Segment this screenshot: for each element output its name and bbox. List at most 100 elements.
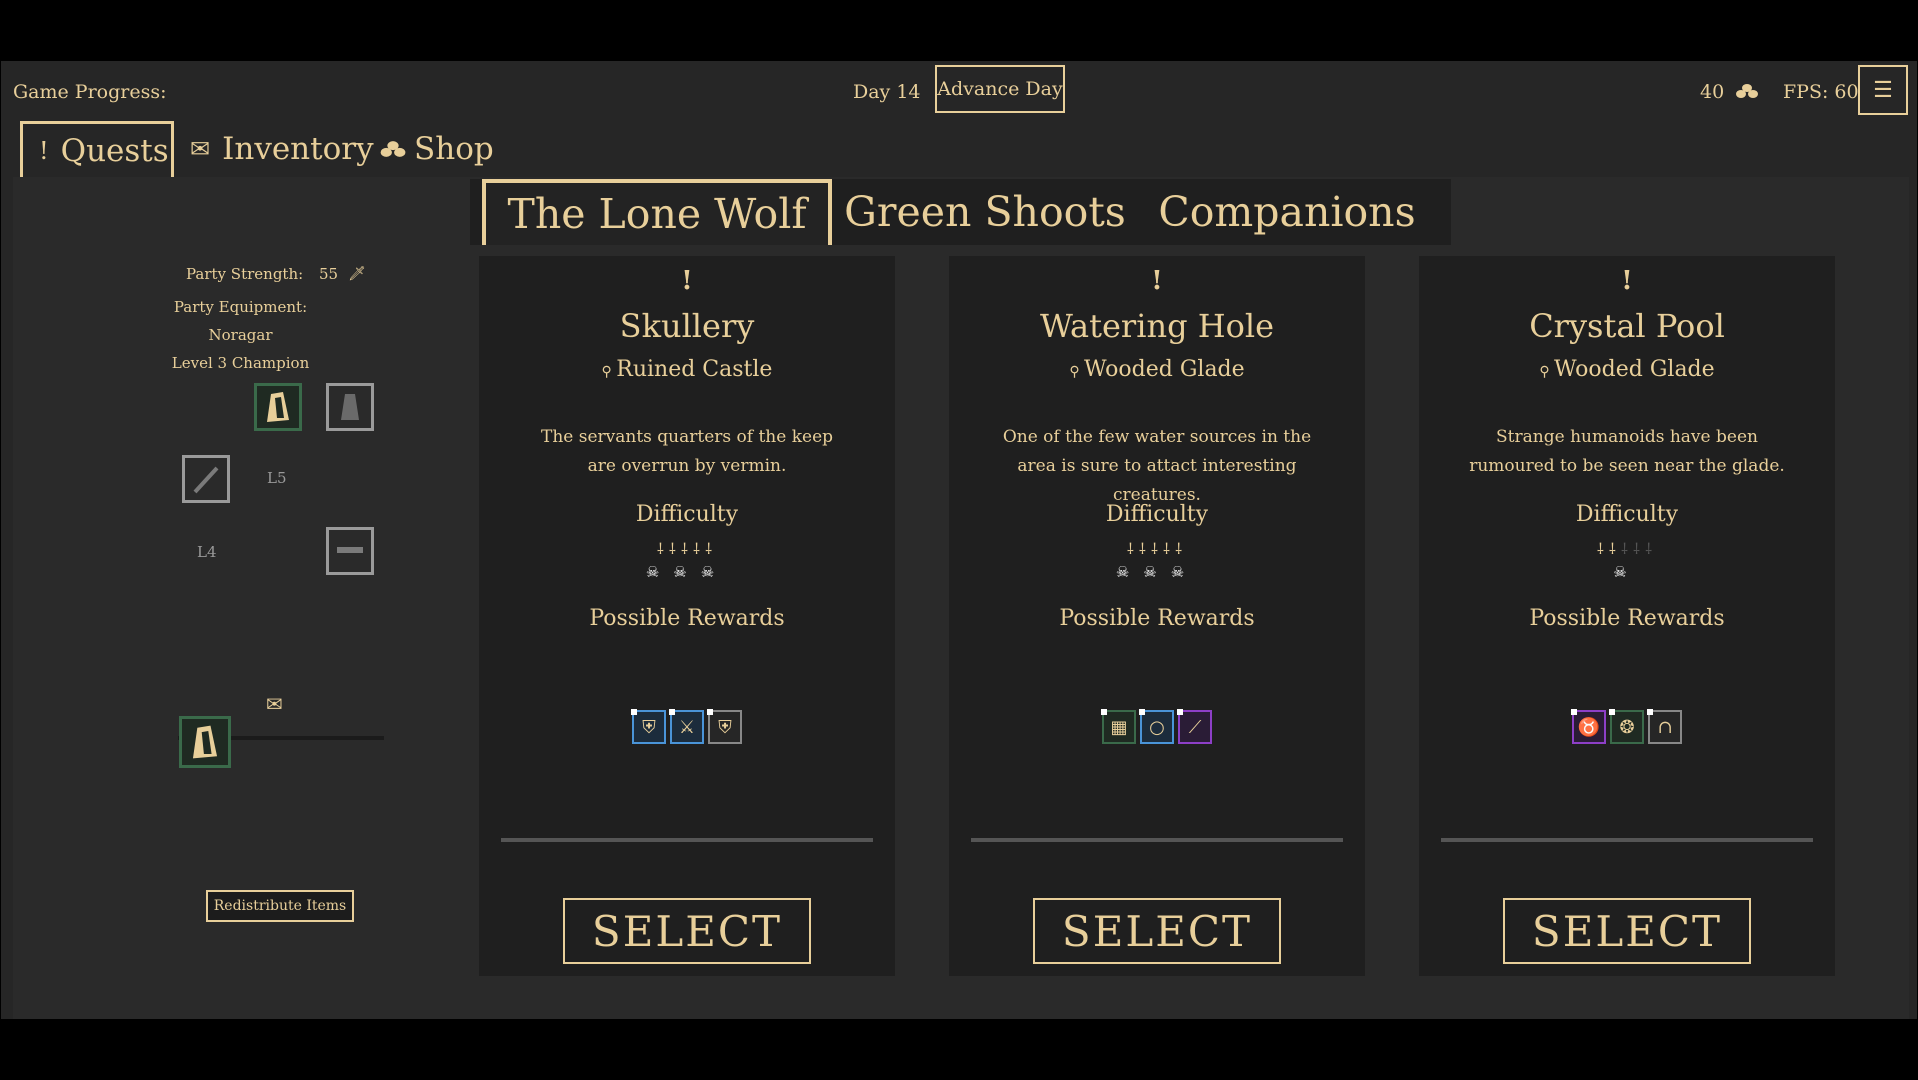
belt-silhouette-icon: [337, 547, 363, 553]
quest-progress-bar: [501, 838, 873, 842]
exclamation-icon: !: [1621, 266, 1633, 296]
reward-item[interactable]: ▦: [1101, 709, 1136, 744]
difficulty-ranks: ⸸⸸⸸⸸⸸: [1419, 539, 1835, 559]
tab-quests-label: Quests: [60, 132, 169, 169]
quest-card: ! Crystal Pool ⚲ Wooded Glade Strange hu…: [1419, 256, 1835, 976]
cloak-icon: ∩: [1657, 716, 1673, 738]
rank-icon: ⸸: [1150, 540, 1164, 558]
party-strength-value: 55: [319, 265, 339, 283]
staff-icon: ⟋: [1188, 716, 1202, 738]
redistribute-items-button[interactable]: Redistribute Items: [206, 890, 354, 922]
tab-green-shoots[interactable]: Green Shoots: [842, 179, 1128, 245]
difficulty-label: Difficulty: [1575, 502, 1679, 527]
skull-rating: ☠☠☠: [479, 563, 895, 581]
difficulty-label: Difficulty: [1105, 502, 1209, 527]
skull-rating: ☠: [1419, 563, 1835, 581]
reward-items: ▦ ○ ⟋: [949, 709, 1365, 744]
quest-description: Strange humanoids have been rumoured to …: [1469, 427, 1785, 476]
rank-icon: ⸸: [1163, 540, 1176, 558]
rewards-label: Possible Rewards: [1059, 606, 1255, 631]
equipment-slot-cloak[interactable]: [254, 383, 302, 431]
quest-progress-bar: [971, 838, 1343, 842]
location-pin-icon: ⚲: [1539, 364, 1555, 380]
hamburger-menu-icon: ☰: [1873, 77, 1893, 103]
rank-icon: ⸸: [1633, 540, 1646, 558]
game-progress-label: Game Progress:: [13, 81, 167, 103]
rewards-label: Possible Rewards: [1529, 606, 1725, 631]
reward-item[interactable]: ○: [1139, 709, 1174, 744]
rank-icon: ⸸: [705, 540, 718, 558]
quests-panel: The Lone Wolf Green Shoots Companions Pa…: [13, 177, 1909, 1019]
reward-item[interactable]: ⚔: [669, 709, 704, 744]
quest-description: One of the few water sources in the area…: [1002, 427, 1312, 505]
rank-icon: ⸸: [693, 540, 706, 558]
reward-item[interactable]: ⛨: [707, 709, 742, 744]
fps-counter: FPS: 60: [1783, 81, 1859, 103]
quest-location: ⚲ Wooded Glade: [1419, 357, 1835, 382]
skull-icon: ☠: [645, 563, 674, 581]
reward-items: ⛨ ⚔ ⛨: [479, 709, 895, 744]
skull-icon: ☠: [673, 563, 701, 581]
equipment-slot-accessory[interactable]: [326, 527, 374, 575]
location-pin-icon: ⚲: [1069, 364, 1085, 380]
difficulty-label: Difficulty: [635, 502, 739, 527]
skull-icon: ☠: [1115, 563, 1144, 581]
sword-silhouette-icon: [193, 466, 219, 494]
reward-item[interactable]: ♉: [1571, 709, 1606, 744]
equipment-slot-weapon[interactable]: [182, 455, 230, 503]
rank-icon: ⸸: [668, 540, 681, 558]
slot-level-label: L4: [197, 543, 217, 561]
equipment-slot-armor[interactable]: [326, 383, 374, 431]
skull-icon: ☠: [1143, 563, 1171, 581]
tab-shop[interactable]: Shop: [380, 121, 494, 177]
slot-level-label: L5: [267, 469, 287, 487]
tab-the-lone-wolf[interactable]: The Lone Wolf: [482, 179, 832, 245]
tab-shop-label: Shop: [414, 131, 494, 167]
quest-progress-bar: [1441, 838, 1813, 842]
party-panel: Party Strength: 55 🗡 Party Equipment: No…: [13, 177, 433, 1019]
select-quest-button[interactable]: SELECT: [563, 898, 811, 964]
location-pin-icon: ⚲: [601, 364, 617, 380]
quest-title: Skullery: [619, 307, 755, 345]
quest-title: Crystal Pool: [1529, 307, 1725, 345]
skull-icon: ☠: [1613, 563, 1641, 581]
skull-icon: ☠: [1170, 563, 1199, 581]
cloak-icon: [192, 725, 218, 759]
amulet-icon: ❂: [1619, 716, 1635, 738]
cloak-icon: [267, 392, 289, 422]
quest-location: ⚲ Wooded Glade: [949, 357, 1365, 382]
rank-icon: ⸸: [1175, 540, 1188, 558]
quest-location-text: Ruined Castle: [616, 357, 773, 382]
mail-armor-icon: ▦: [1110, 716, 1128, 738]
tab-quests[interactable]: ! Quests: [20, 121, 174, 177]
member-level: Level 3 Champion: [171, 354, 310, 372]
rank-icon: ⸸: [656, 540, 669, 558]
quest-title: Watering Hole: [1039, 307, 1275, 345]
rank-icon: ⸸: [680, 540, 694, 558]
quest-location: ⚲ Ruined Castle: [479, 357, 895, 382]
quest-description: The servants quarters of the keep are ov…: [540, 427, 834, 476]
reward-item[interactable]: ∩: [1647, 709, 1682, 744]
exclamation-icon: !: [39, 136, 49, 165]
member-name: Noragar: [208, 326, 273, 344]
reward-item[interactable]: ⟋: [1177, 709, 1212, 744]
skull-icon: ☠: [700, 563, 729, 581]
tab-companions[interactable]: Companions: [1142, 179, 1432, 245]
top-bar: Game Progress: Day 14 Advance Day 40 FPS…: [1, 61, 1917, 121]
party-strength-label: Party Strength:: [186, 265, 304, 283]
inventory-item-cloak[interactable]: [179, 716, 231, 768]
skull-rating: ☠☠☠: [949, 563, 1365, 581]
tab-inventory[interactable]: ✉ Inventory: [190, 121, 374, 177]
difficulty-ranks: ⸸⸸⸸⸸⸸: [479, 539, 895, 559]
dagger-icon: 🗡: [348, 266, 366, 282]
select-quest-button[interactable]: SELECT: [1033, 898, 1281, 964]
gold-amount: 40: [1700, 81, 1725, 103]
select-quest-button[interactable]: SELECT: [1503, 898, 1751, 964]
quest-card: ! Skullery ⚲ Ruined Castle The servants …: [479, 256, 895, 976]
advance-day-button[interactable]: Advance Day: [935, 65, 1065, 113]
menu-button[interactable]: ☰: [1858, 65, 1908, 115]
quest-location-text: Wooded Glade: [1084, 357, 1245, 382]
envelope-icon: ✉: [266, 692, 283, 716]
reward-item[interactable]: ❂: [1609, 709, 1644, 744]
reward-item[interactable]: ⛨: [631, 709, 666, 744]
